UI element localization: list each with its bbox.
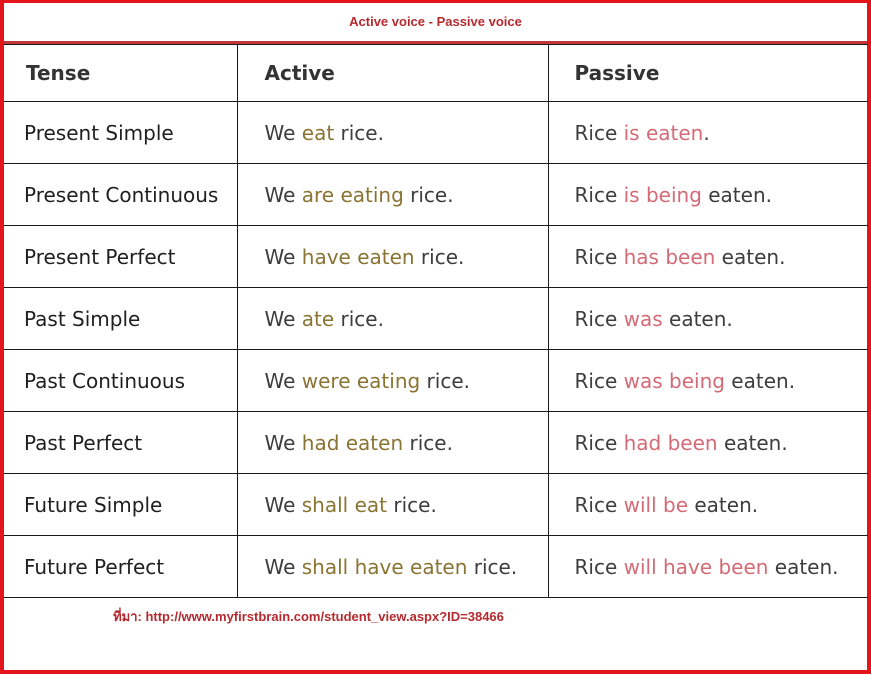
active-text: rice. [403,182,454,207]
active-text: We [264,554,302,579]
table-row: Past Simple We ate rice. Rice was eaten. [4,287,868,350]
active-verb-highlight: ate [301,306,335,331]
passive-text: eaten. [662,306,733,331]
active-cell: We have eaten rice. [236,225,549,288]
header-passive: Passive [547,44,868,102]
tense-cell: Future Perfect [4,535,238,598]
active-text: rice. [387,492,437,517]
passive-text: Rice [574,368,624,393]
active-cell: We eat rice. [236,101,549,164]
passive-cell: Rice has been eaten. [547,225,868,288]
table-row: Future Simple We shall eat rice. Rice will… [4,473,868,536]
passive-text: Rice [574,554,624,579]
active-verb-highlight: eat [301,120,335,145]
passive-verb-highlight: is being [623,182,702,207]
header-tense: Tense [4,44,238,102]
tense-cell: Present Perfect [4,225,238,288]
tense-table: Tense Active Passive Present Simple We ea… [4,44,868,598]
passive-text: Rice [574,492,624,517]
passive-text: eaten. [701,182,772,207]
active-text: We [264,368,302,393]
active-text: We [264,244,302,269]
header-active: Active [236,44,549,102]
active-verb-highlight: are eating [301,182,404,207]
active-text: We [264,120,302,145]
active-verb-highlight: were eating [301,368,421,393]
active-text: rice. [414,244,465,269]
active-text: We [264,306,302,331]
active-text: We [264,492,302,517]
passive-verb-highlight: had been [623,430,718,455]
passive-text: Rice [574,244,624,269]
active-cell: We were eating rice. [236,349,549,412]
passive-cell: Rice is being eaten. [547,163,868,226]
active-text: rice. [403,430,453,455]
active-cell: We had eaten rice. [236,411,549,474]
passive-cell: Rice was being eaten. [547,349,868,412]
passive-cell: Rice will have been eaten. [547,535,868,598]
active-verb-highlight: have eaten [301,244,415,269]
table-row: Past Perfect We had eaten rice. Rice had b… [4,411,868,474]
passive-verb-highlight: will have been [623,554,769,579]
active-cell: We shall have eaten rice. [236,535,549,598]
tense-cell: Future Simple [4,473,238,536]
passive-verb-highlight: is eaten [623,120,704,145]
active-text: rice. [467,554,518,579]
active-cell: We are eating rice. [236,163,549,226]
source-citation: ที่มา: http://www.myfirstbrain.com/stude… [113,609,504,624]
table-row: Present Perfect We have eaten rice. Rice h… [4,225,868,288]
active-text: rice. [420,368,470,393]
tense-cell: Present Simple [4,101,238,164]
table-row: Present Continuous We are eating rice. Ric… [4,163,868,226]
active-text: rice. [334,306,384,331]
passive-verb-highlight: was being [623,368,725,393]
tense-cell: Past Perfect [4,411,238,474]
passive-verb-highlight: has been [623,244,716,269]
passive-cell: Rice was eaten. [547,287,868,350]
passive-verb-highlight: was [623,306,663,331]
page-title: Active voice - Passive voice [349,14,522,29]
passive-text: Rice [574,430,624,455]
passive-cell: Rice will be eaten. [547,473,868,536]
active-cell: We ate rice. [236,287,549,350]
active-cell: We shall eat rice. [236,473,549,536]
passive-text: Rice [574,306,624,331]
passive-verb-highlight: will be [623,492,689,517]
tense-cell: Past Continuous [4,349,238,412]
passive-text: eaten. [724,368,796,393]
passive-text: . [703,120,710,145]
table-row: Future Perfect We shall have eaten rice. R… [4,535,868,598]
active-verb-highlight: shall eat [301,492,387,517]
passive-cell: Rice is eaten. [547,101,868,164]
table-row: Present Simple We eat rice. Rice is eaten. [4,101,868,164]
passive-text: eaten. [717,430,788,455]
passive-text: Rice [574,120,624,145]
active-verb-highlight: had eaten [301,430,404,455]
passive-cell: Rice had been eaten. [547,411,868,474]
passive-text: Rice [574,182,624,207]
table-header-row: Tense Active Passive [4,44,868,102]
table-row: Past Continuous We were eating rice. Rice … [4,349,868,412]
tense-cell: Past Simple [4,287,238,350]
tense-cell: Present Continuous [4,163,238,226]
active-text: We [264,430,302,455]
active-text: We [264,182,302,207]
passive-text: eaten. [715,244,786,269]
passive-text: eaten. [768,554,839,579]
active-verb-highlight: shall have eaten [301,554,468,579]
passive-text: eaten. [688,492,759,517]
active-text: rice. [334,120,384,145]
